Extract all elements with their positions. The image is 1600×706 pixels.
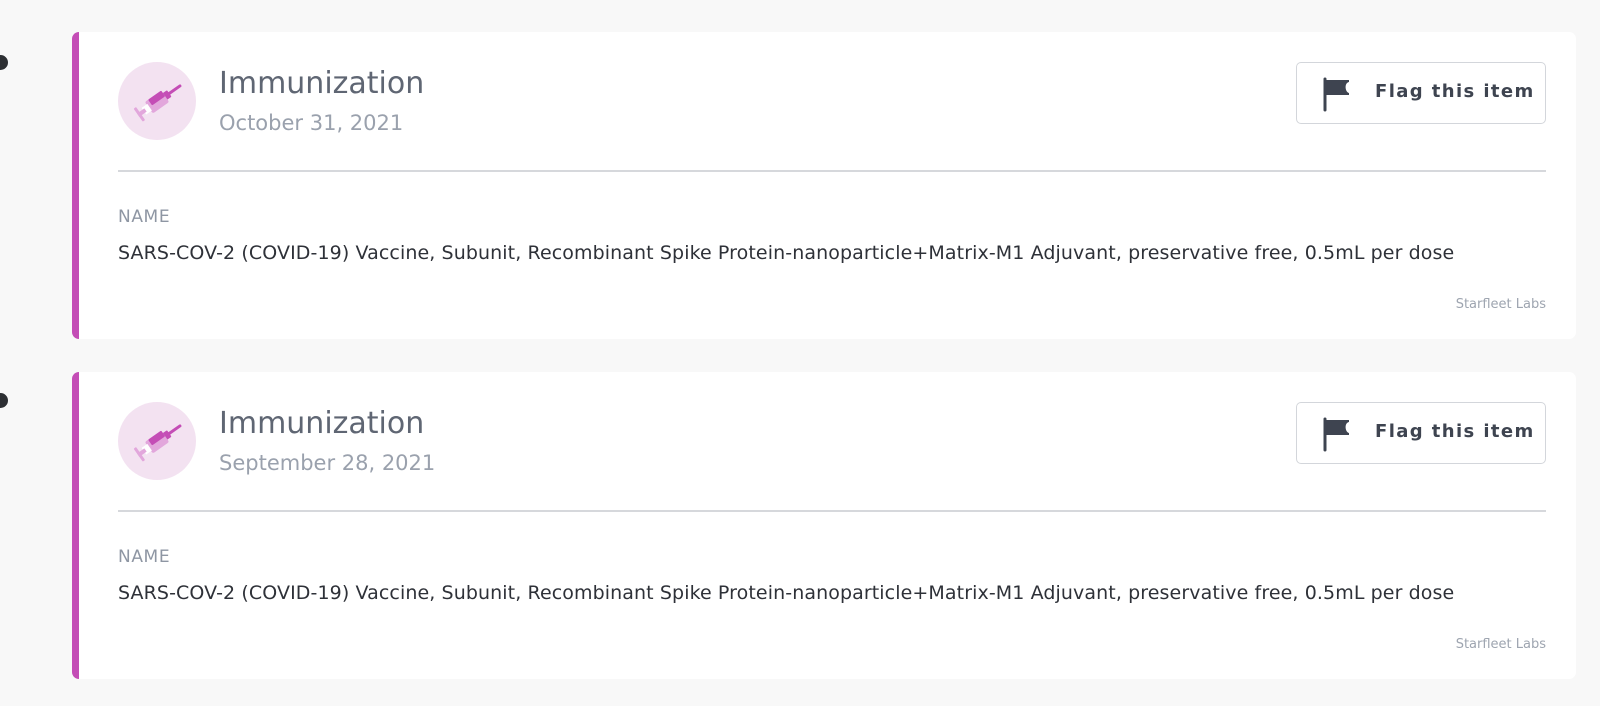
name-field-value: SARS-COV-2 (COVID-19) Vaccine, Subunit, … (118, 582, 1455, 604)
avatar (118, 62, 196, 140)
card-date: September 28, 2021 (219, 451, 436, 475)
syringe-icon (133, 84, 182, 122)
immunization-card: Immunization September 28, 2021 Flag thi… (72, 372, 1576, 679)
flag-button-label: Flag this item (1375, 421, 1535, 442)
flag-item-button[interactable]: Flag this item (1296, 402, 1546, 464)
card-title: Immunization (219, 406, 425, 441)
card-header: Immunization September 28, 2021 Flag thi… (118, 402, 1546, 512)
card-date: October 31, 2021 (219, 111, 404, 135)
card-header: Immunization October 31, 2021 Flag this … (118, 62, 1546, 172)
immunization-card: Immunization October 31, 2021 Flag this … (72, 32, 1576, 339)
name-field-value: SARS-COV-2 (COVID-19) Vaccine, Subunit, … (118, 242, 1455, 264)
card-title: Immunization (219, 66, 425, 101)
timeline-dot (0, 55, 8, 70)
source-label: Starfleet Labs (1455, 297, 1546, 312)
source-label: Starfleet Labs (1455, 637, 1546, 652)
name-field-label: NAME (118, 207, 171, 227)
avatar (118, 402, 196, 480)
name-field-label: NAME (118, 547, 171, 567)
flag-item-button[interactable]: Flag this item (1296, 62, 1546, 124)
syringe-icon (133, 424, 182, 462)
flag-icon (1323, 77, 1349, 112)
timeline-dot (0, 393, 8, 408)
flag-button-label: Flag this item (1375, 81, 1535, 102)
flag-icon (1323, 417, 1349, 452)
